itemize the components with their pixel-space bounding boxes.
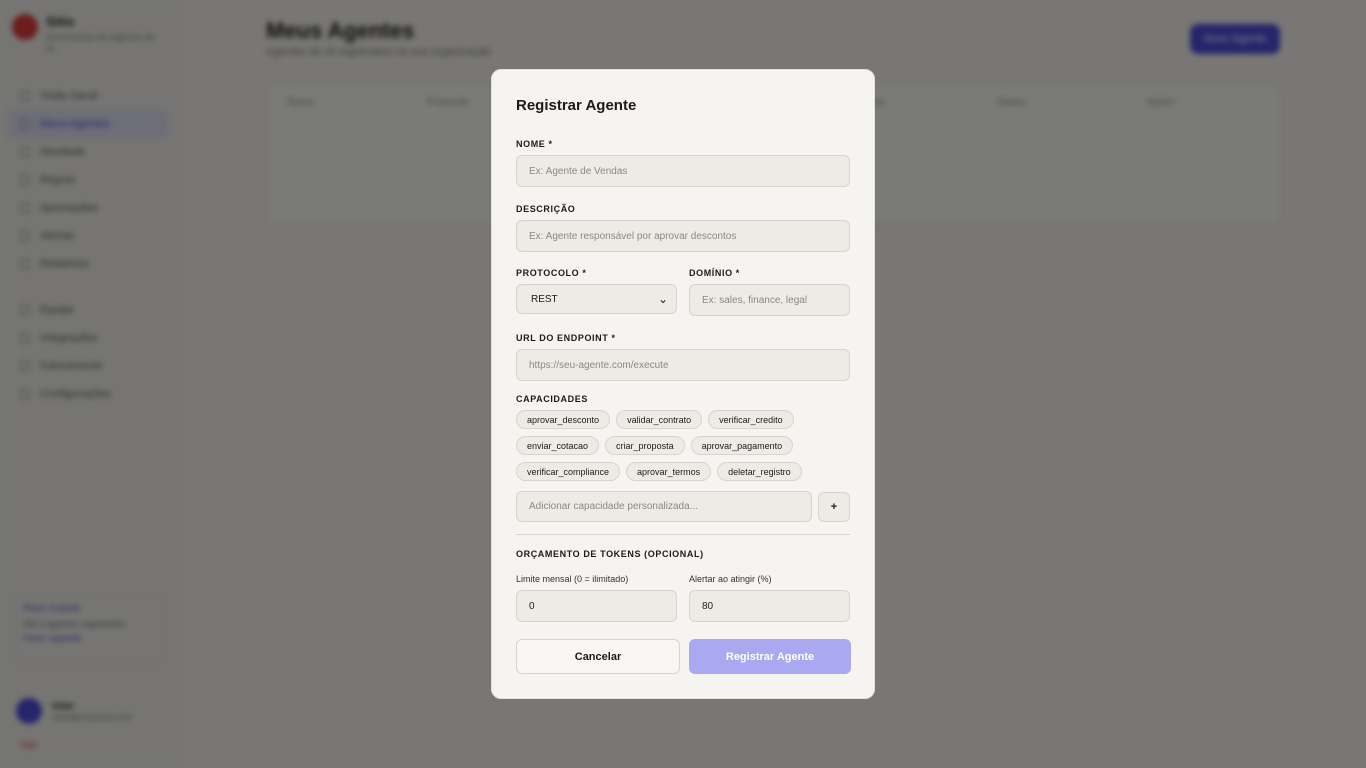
modal-title: Registrar Agente xyxy=(516,97,637,114)
divider xyxy=(516,534,850,535)
alert-threshold-label: Alertar ao atingir (%) xyxy=(689,574,772,584)
monthly-limit-label: Limite mensal (0 = ilimitado) xyxy=(516,574,629,584)
register-agent-button[interactable]: Registrar Agente xyxy=(689,639,851,674)
register-agent-modal: Registrar Agente NOME * DESCRIÇÃO PROTOC… xyxy=(491,69,875,699)
alert-threshold-input[interactable] xyxy=(689,590,850,622)
custom-capability-input[interactable] xyxy=(516,491,812,522)
token-budget-label: ORÇAMENTO DE TOKENS (OPCIONAL) xyxy=(516,549,704,559)
protocol-label: PROTOCOLO * xyxy=(516,268,587,278)
name-label: NOME * xyxy=(516,139,553,149)
capability-chip[interactable]: aprovar_termos xyxy=(626,462,712,481)
capability-row: verificar_compliance aprovar_termos dele… xyxy=(516,462,852,481)
capability-chip[interactable]: validar_contrato xyxy=(616,410,703,429)
description-input[interactable] xyxy=(516,220,850,252)
endpoint-url-label: URL DO ENDPOINT * xyxy=(516,333,616,343)
domain-label: DOMÍNIO * xyxy=(689,268,740,278)
capabilities-list: aprovar_desconto validar_contrato verifi… xyxy=(516,410,852,488)
protocol-select[interactable]: REST ⌄ xyxy=(516,284,677,314)
domain-input[interactable] xyxy=(689,284,850,316)
endpoint-url-input[interactable] xyxy=(516,349,850,381)
capability-chip[interactable]: verificar_credito xyxy=(708,410,794,429)
capability-chip[interactable]: aprovar_pagamento xyxy=(690,436,794,455)
capabilities-label: CAPACIDADES xyxy=(516,394,588,404)
capability-chip[interactable]: verificar_compliance xyxy=(516,462,621,481)
capability-row: aprovar_desconto validar_contrato verifi… xyxy=(516,410,852,429)
capability-chip[interactable]: deletar_registro xyxy=(717,462,802,481)
monthly-limit-input[interactable] xyxy=(516,590,677,622)
add-capability-button[interactable]: + xyxy=(818,492,850,522)
name-input[interactable] xyxy=(516,155,850,187)
capability-chip[interactable]: aprovar_desconto xyxy=(516,410,611,429)
capability-row: enviar_cotacao criar_proposta aprovar_pa… xyxy=(516,436,852,455)
description-label: DESCRIÇÃO xyxy=(516,204,576,214)
capability-chip[interactable]: criar_proposta xyxy=(605,436,685,455)
capability-chip[interactable]: enviar_cotacao xyxy=(516,436,600,455)
protocol-select-value: REST xyxy=(531,293,558,305)
cancel-button[interactable]: Cancelar xyxy=(516,639,680,674)
chevron-down-icon: ⌄ xyxy=(657,292,668,306)
